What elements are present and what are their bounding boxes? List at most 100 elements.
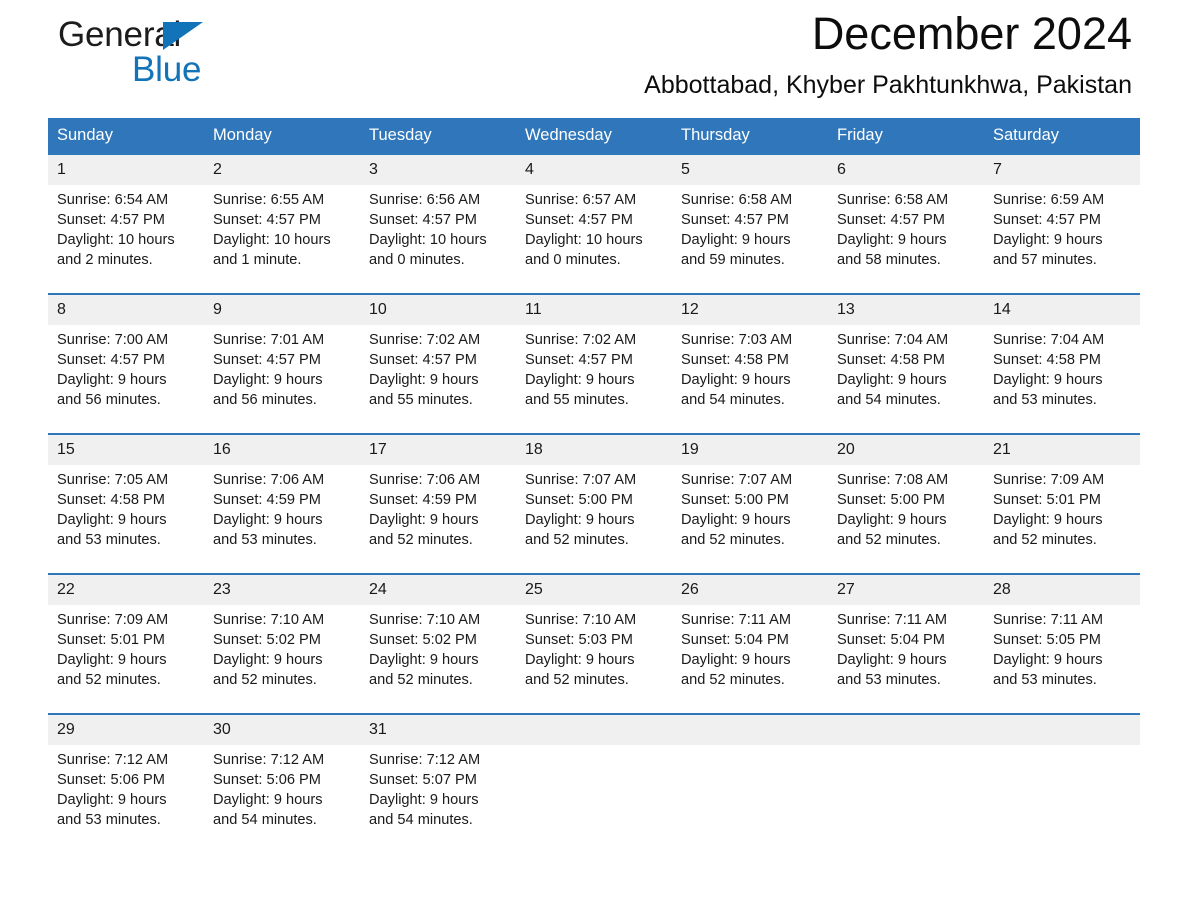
weekday-header-sunday: Sunday <box>48 118 204 154</box>
day-number[interactable]: 3 <box>360 153 516 185</box>
title-block: December 2024 Abbottabad, Khyber Pakhtun… <box>644 6 1132 102</box>
day-number[interactable]: 25 <box>516 573 672 605</box>
sunrise-text: Sunrise: 7:11 AM <box>993 612 1104 628</box>
day-number[interactable]: 9 <box>204 293 360 325</box>
daylight-text-line2: and 57 minutes. <box>993 252 1097 268</box>
sunset-text: Sunset: 4:57 PM <box>57 352 165 368</box>
weekday-header-wednesday: Wednesday <box>516 118 672 154</box>
day-number[interactable]: 17 <box>360 433 516 465</box>
daylight-text-line1: Daylight: 9 hours <box>993 232 1103 248</box>
day-number[interactable]: 5 <box>672 153 828 185</box>
day-number[interactable]: 16 <box>204 433 360 465</box>
day-cell[interactable]: Sunrise: 7:03 AM Sunset: 4:58 PM Dayligh… <box>672 325 828 434</box>
day-cell-empty <box>828 745 984 853</box>
day-number[interactable]: 4 <box>516 153 672 185</box>
daylight-text-line2: and 52 minutes. <box>837 532 941 548</box>
day-number[interactable]: 31 <box>360 713 516 745</box>
daylight-text-line1: Daylight: 9 hours <box>681 652 791 668</box>
daylight-text-line1: Daylight: 9 hours <box>369 512 479 528</box>
day-number[interactable]: 10 <box>360 293 516 325</box>
day-cell[interactable]: Sunrise: 7:12 AM Sunset: 5:06 PM Dayligh… <box>48 745 204 853</box>
day-cell[interactable]: Sunrise: 6:58 AM Sunset: 4:57 PM Dayligh… <box>828 185 984 294</box>
daylight-text-line1: Daylight: 9 hours <box>369 792 479 808</box>
day-cell[interactable]: Sunrise: 7:07 AM Sunset: 5:00 PM Dayligh… <box>516 465 672 574</box>
day-number[interactable]: 14 <box>984 293 1140 325</box>
day-number-empty <box>984 713 1140 745</box>
week-4-details: Sunrise: 7:09 AM Sunset: 5:01 PM Dayligh… <box>48 605 1140 714</box>
day-number[interactable]: 19 <box>672 433 828 465</box>
day-cell[interactable]: Sunrise: 7:02 AM Sunset: 4:57 PM Dayligh… <box>360 325 516 434</box>
day-cell[interactable]: Sunrise: 6:57 AM Sunset: 4:57 PM Dayligh… <box>516 185 672 294</box>
day-cell[interactable]: Sunrise: 7:05 AM Sunset: 4:58 PM Dayligh… <box>48 465 204 574</box>
day-cell[interactable]: Sunrise: 6:58 AM Sunset: 4:57 PM Dayligh… <box>672 185 828 294</box>
day-number[interactable]: 30 <box>204 713 360 745</box>
page-subtitle: Abbottabad, Khyber Pakhtunkhwa, Pakistan <box>644 71 1132 99</box>
daylight-text-line1: Daylight: 9 hours <box>525 372 635 388</box>
day-number[interactable]: 6 <box>828 153 984 185</box>
sunset-text: Sunset: 5:06 PM <box>213 772 321 788</box>
day-number[interactable]: 24 <box>360 573 516 605</box>
day-cell[interactable]: Sunrise: 7:01 AM Sunset: 4:57 PM Dayligh… <box>204 325 360 434</box>
day-cell-empty <box>516 745 672 853</box>
day-number[interactable]: 26 <box>672 573 828 605</box>
day-cell[interactable]: Sunrise: 7:11 AM Sunset: 5:04 PM Dayligh… <box>672 605 828 714</box>
day-cell[interactable]: Sunrise: 6:54 AM Sunset: 4:57 PM Dayligh… <box>48 185 204 294</box>
page-title: December 2024 <box>811 8 1132 59</box>
day-cell[interactable]: Sunrise: 6:59 AM Sunset: 4:57 PM Dayligh… <box>984 185 1140 294</box>
day-number[interactable]: 8 <box>48 293 204 325</box>
sunrise-text: Sunrise: 7:01 AM <box>213 332 325 348</box>
sunset-text: Sunset: 4:57 PM <box>525 352 633 368</box>
day-cell[interactable]: Sunrise: 7:04 AM Sunset: 4:58 PM Dayligh… <box>828 325 984 434</box>
day-cell[interactable]: Sunrise: 7:02 AM Sunset: 4:57 PM Dayligh… <box>516 325 672 434</box>
day-cell[interactable]: Sunrise: 7:06 AM Sunset: 4:59 PM Dayligh… <box>204 465 360 574</box>
daylight-text-line2: and 53 minutes. <box>57 532 161 548</box>
week-5-daynumbers: 29 30 31 <box>48 713 1140 745</box>
sunset-text: Sunset: 4:57 PM <box>57 212 165 228</box>
sunset-text: Sunset: 5:01 PM <box>993 492 1101 508</box>
day-number[interactable]: 28 <box>984 573 1140 605</box>
day-cell[interactable]: Sunrise: 6:56 AM Sunset: 4:57 PM Dayligh… <box>360 185 516 294</box>
day-number[interactable]: 23 <box>204 573 360 605</box>
day-cell[interactable]: Sunrise: 7:11 AM Sunset: 5:04 PM Dayligh… <box>828 605 984 714</box>
day-number[interactable]: 12 <box>672 293 828 325</box>
day-cell[interactable]: Sunrise: 7:00 AM Sunset: 4:57 PM Dayligh… <box>48 325 204 434</box>
daylight-text-line1: Daylight: 9 hours <box>57 792 167 808</box>
day-number[interactable]: 2 <box>204 153 360 185</box>
day-cell[interactable]: Sunrise: 7:08 AM Sunset: 5:00 PM Dayligh… <box>828 465 984 574</box>
day-cell[interactable]: Sunrise: 7:04 AM Sunset: 4:58 PM Dayligh… <box>984 325 1140 434</box>
day-cell[interactable]: Sunrise: 7:07 AM Sunset: 5:00 PM Dayligh… <box>672 465 828 574</box>
week-3-daynumbers: 15 16 17 18 19 20 21 <box>48 433 1140 465</box>
day-cell[interactable]: Sunrise: 7:11 AM Sunset: 5:05 PM Dayligh… <box>984 605 1140 714</box>
day-cell[interactable]: Sunrise: 7:12 AM Sunset: 5:07 PM Dayligh… <box>360 745 516 853</box>
sunset-text: Sunset: 4:57 PM <box>993 212 1101 228</box>
day-cell[interactable]: Sunrise: 7:09 AM Sunset: 5:01 PM Dayligh… <box>48 605 204 714</box>
day-number[interactable]: 18 <box>516 433 672 465</box>
sunrise-text: Sunrise: 7:02 AM <box>369 332 481 348</box>
day-cell[interactable]: Sunrise: 7:06 AM Sunset: 4:59 PM Dayligh… <box>360 465 516 574</box>
day-cell[interactable]: Sunrise: 7:10 AM Sunset: 5:02 PM Dayligh… <box>204 605 360 714</box>
daylight-text-line2: and 55 minutes. <box>369 392 473 408</box>
sunrise-text: Sunrise: 7:10 AM <box>213 612 325 628</box>
day-cell[interactable]: Sunrise: 7:09 AM Sunset: 5:01 PM Dayligh… <box>984 465 1140 574</box>
day-number[interactable]: 21 <box>984 433 1140 465</box>
day-number[interactable]: 20 <box>828 433 984 465</box>
general-blue-logo[interactable]: General Blue <box>58 16 318 102</box>
day-number[interactable]: 29 <box>48 713 204 745</box>
sunrise-text: Sunrise: 7:09 AM <box>57 612 169 628</box>
daylight-text-line1: Daylight: 9 hours <box>213 652 323 668</box>
day-cell[interactable]: Sunrise: 7:10 AM Sunset: 5:03 PM Dayligh… <box>516 605 672 714</box>
day-number[interactable]: 1 <box>48 153 204 185</box>
day-cell[interactable]: Sunrise: 7:10 AM Sunset: 5:02 PM Dayligh… <box>360 605 516 714</box>
day-number[interactable]: 13 <box>828 293 984 325</box>
day-number[interactable]: 7 <box>984 153 1140 185</box>
day-cell[interactable]: Sunrise: 7:12 AM Sunset: 5:06 PM Dayligh… <box>204 745 360 853</box>
day-number[interactable]: 27 <box>828 573 984 605</box>
daylight-text-line2: and 52 minutes. <box>525 672 629 688</box>
day-number[interactable]: 22 <box>48 573 204 605</box>
day-number[interactable]: 11 <box>516 293 672 325</box>
day-cell[interactable]: Sunrise: 6:55 AM Sunset: 4:57 PM Dayligh… <box>204 185 360 294</box>
daylight-text-line2: and 52 minutes. <box>369 672 473 688</box>
daylight-text-line2: and 52 minutes. <box>993 532 1097 548</box>
weekday-header-row: Sunday Monday Tuesday Wednesday Thursday… <box>48 118 1140 154</box>
day-number[interactable]: 15 <box>48 433 204 465</box>
